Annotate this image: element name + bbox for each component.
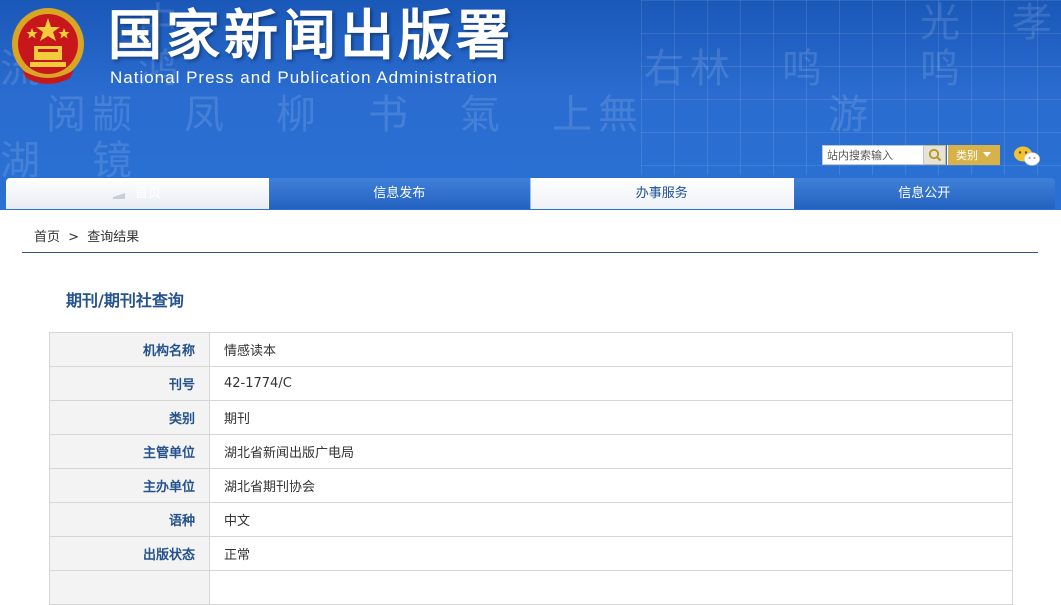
field-label: 刊号 [49,366,210,401]
field-value: 中文 [209,502,1013,537]
field-value: 湖北省新闻出版广电局 [209,434,1013,469]
field-value: 期刊 [209,400,1013,435]
search-button[interactable] [924,145,946,165]
field-value: 情感读本 [209,332,1013,367]
field-value [209,570,1013,605]
dropdown-caret-icon [983,152,991,157]
search-type-select[interactable]: 类别 [947,145,1000,165]
nav-item-home[interactable]: 首页 [6,178,269,209]
nav-item-label: 办事服务 [635,186,688,201]
field-label: 类别 [49,400,210,435]
site-title-english: National Press and Publication Administr… [110,68,499,87]
search-icon [928,148,941,162]
nav-item-info-disclosure[interactable]: 信息公开 [793,178,1055,209]
field-label: 主办单位 [49,468,210,503]
field-value: 湖北省期刊协会 [209,468,1013,503]
national-emblem-icon[interactable] [10,6,86,86]
nav-item-label: 首页 [134,186,161,201]
search-input[interactable] [822,145,924,165]
field-value: 正常 [209,536,1013,571]
wechat-icon[interactable] [1013,144,1041,168]
home-icon [112,192,125,199]
table-row: 类别 期刊 [49,400,1013,435]
table-row [49,570,1013,605]
site-search: 类别 [822,145,1000,165]
breadcrumb-current: 查询结果 [87,230,140,245]
table-row: 出版状态 正常 [49,536,1013,571]
field-value: 42-1774/C [209,366,1013,401]
nav-item-services[interactable]: 办事服务 [531,178,794,209]
field-label: 语种 [49,502,210,537]
field-label [49,570,210,605]
field-label: 机构名称 [49,332,210,367]
site-header: 中 光 孝 流 鸿 右林 鸣 鸣 阅颛 凤 柳 书 氣 上無 游 湖 镜 国家新… [0,0,1061,210]
table-row: 主办单位 湖北省期刊协会 [49,468,1013,503]
table-row: 刊号 42-1774/C [49,366,1013,401]
page-title: 期刊/期刊社查询 [66,291,184,310]
nav-item-label: 信息公开 [898,186,951,201]
site-title-chinese: 国家新闻出版署 [108,4,514,67]
field-label: 主管单位 [49,434,210,469]
table-row: 语种 中文 [49,502,1013,537]
nav-item-info-release[interactable]: 信息发布 [268,178,531,209]
main-content: 首页 > 查询结果 期刊/期刊社查询 机构名称 情感读本 刊号 42-1774/… [6,210,1055,605]
breadcrumb: 首页 > 查询结果 [34,226,143,245]
search-type-label: 类别 [956,149,978,162]
table-row: 主管单位 湖北省新闻出版广电局 [49,434,1013,469]
breadcrumb-separator: > [68,230,80,245]
publication-details-table: 机构名称 情感读本 刊号 42-1774/C 类别 期刊 主管单位 湖北省新闻出… [49,332,1013,605]
field-label: 出版状态 [49,536,210,571]
nav-item-label: 信息发布 [373,186,426,201]
breadcrumb-home-link[interactable]: 首页 [34,230,60,245]
table-row: 机构名称 情感读本 [49,332,1013,367]
divider [22,252,1038,253]
main-navigation: 首页 信息发布 办事服务 信息公开 [6,178,1055,209]
